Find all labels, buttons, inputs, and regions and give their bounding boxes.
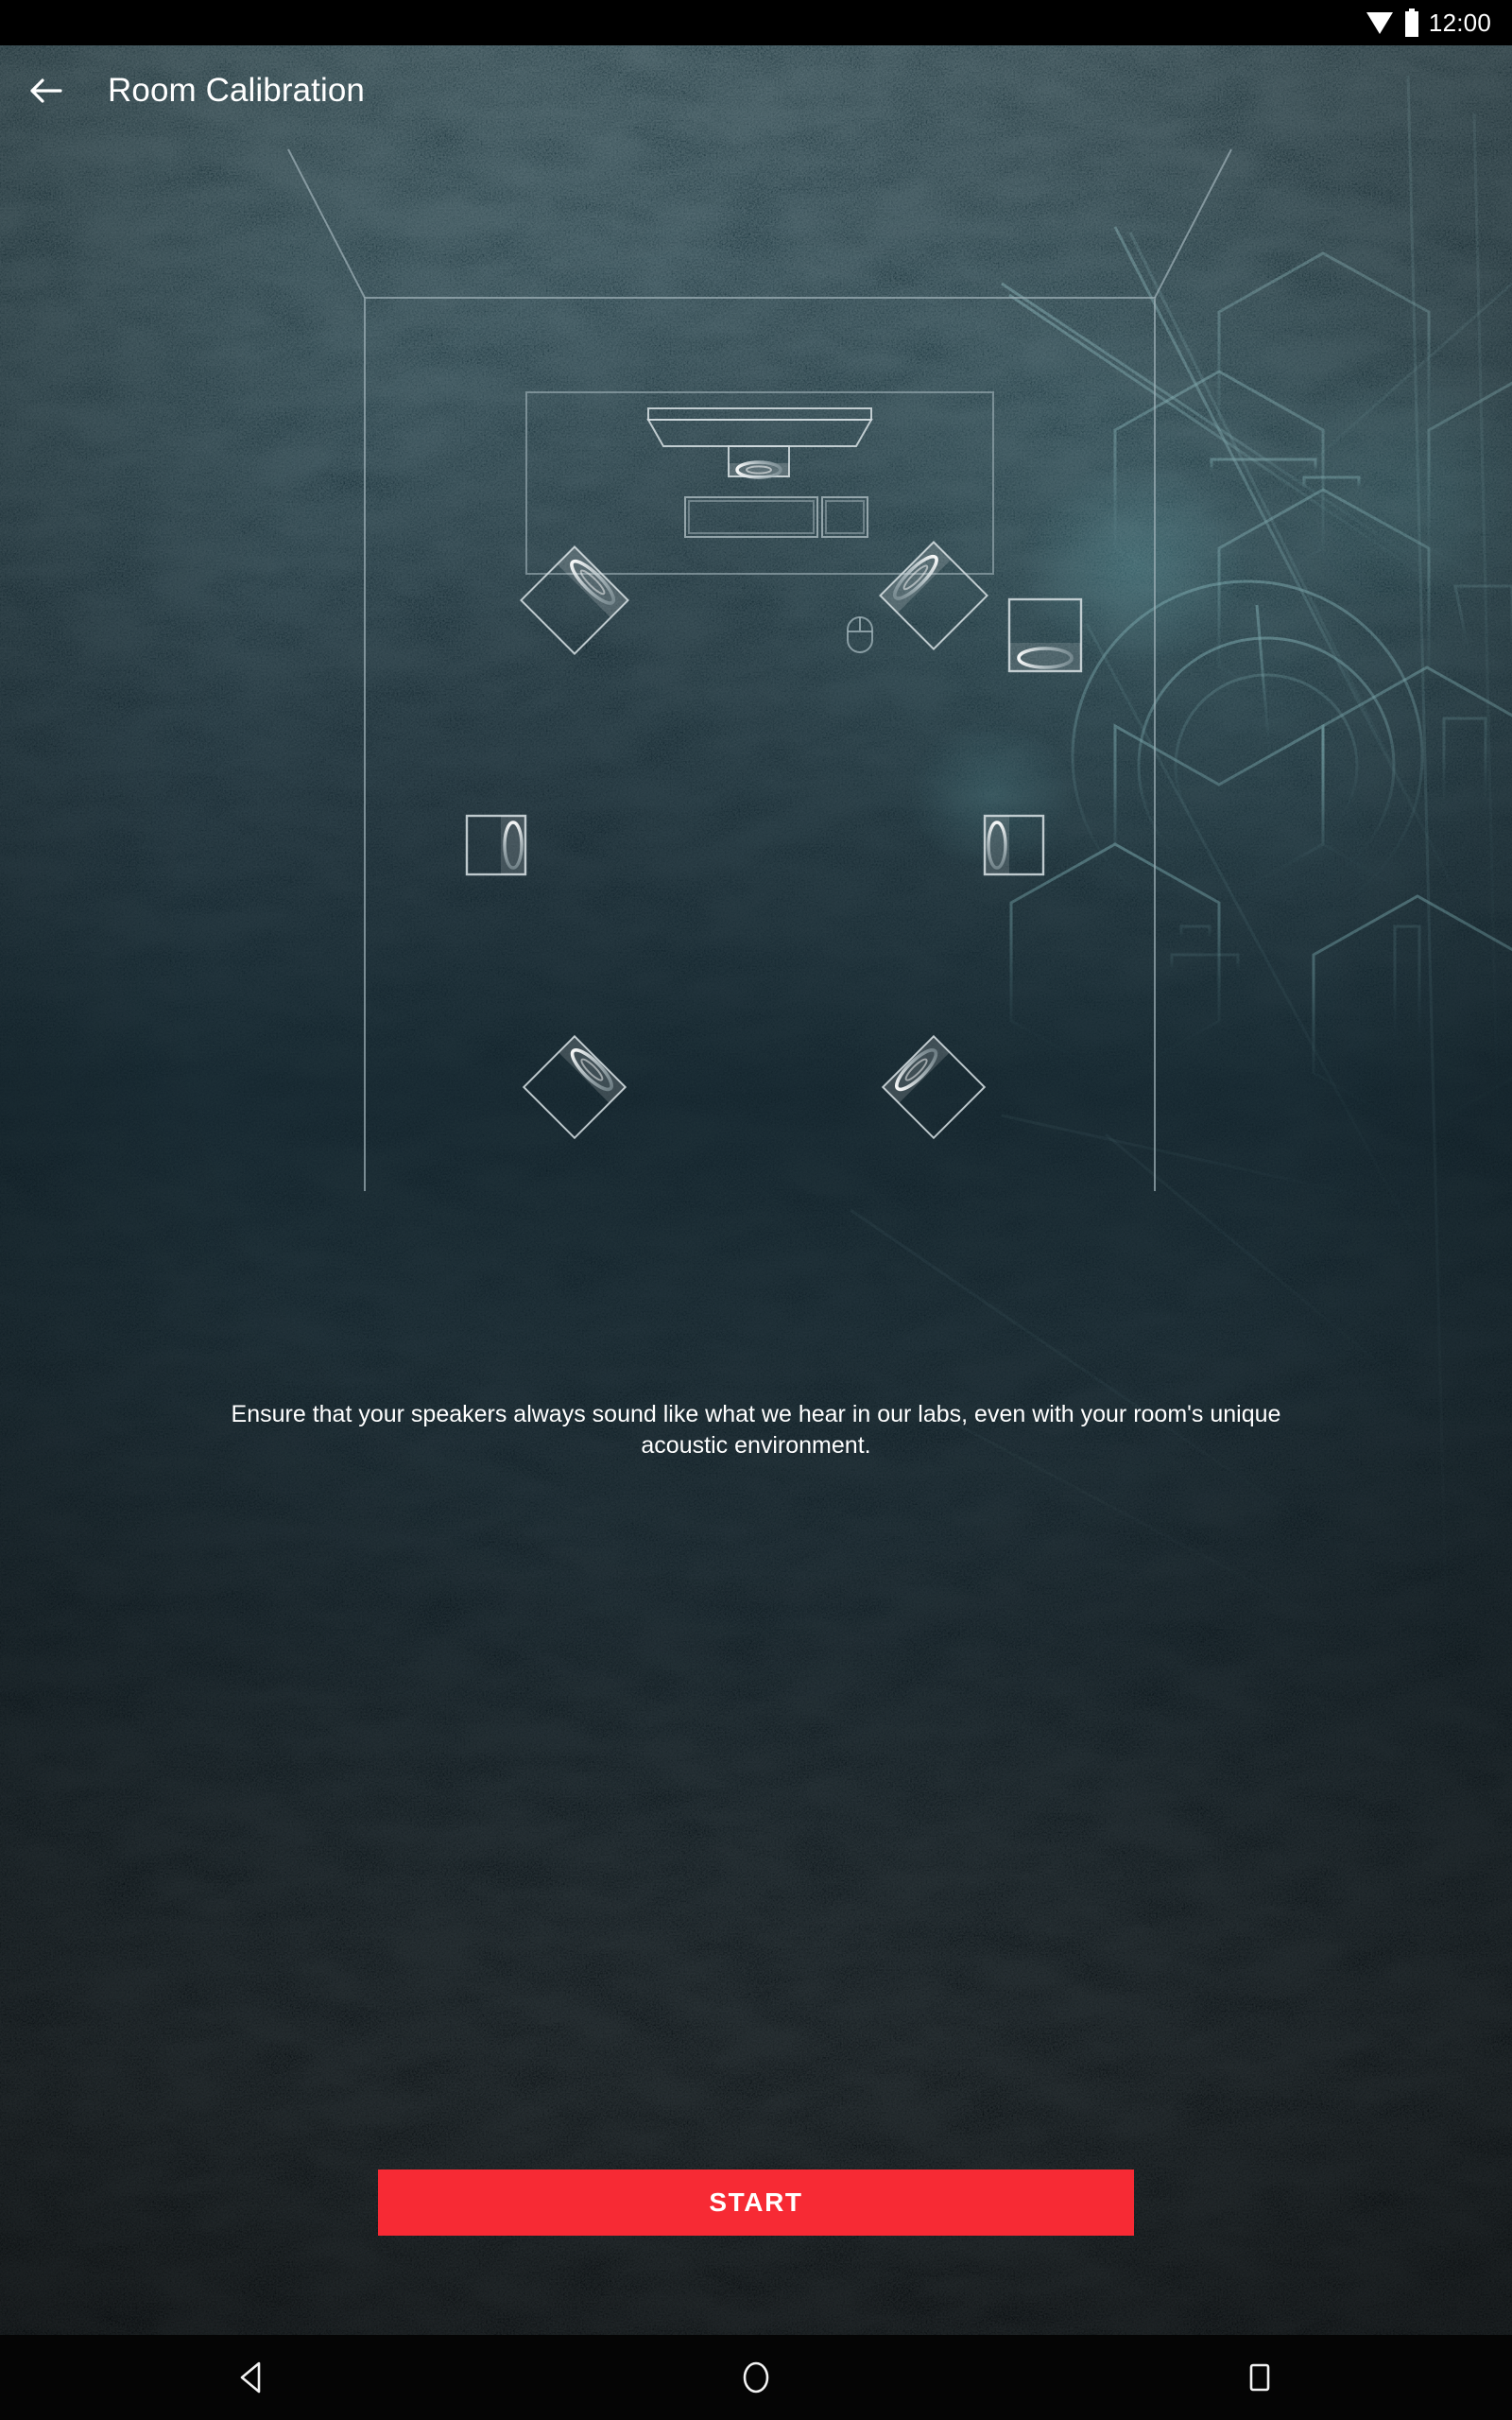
media-box xyxy=(821,496,868,538)
description-text: Ensure that your speakers always sound l… xyxy=(231,1401,1281,1459)
app-bar: Room Calibration xyxy=(0,45,1512,136)
television xyxy=(646,407,873,447)
system-navigation-bar xyxy=(0,2335,1512,2420)
nav-home-button[interactable] xyxy=(504,2335,1007,2420)
arrow-left-icon xyxy=(30,78,62,103)
front-right-speaker xyxy=(879,541,988,650)
room-calibration-screen: 12:00 Room Calibration Ensure that your … xyxy=(0,0,1512,2420)
page-title: Room Calibration xyxy=(108,72,365,109)
rear-left-speaker xyxy=(522,1034,627,1140)
subwoofer xyxy=(1007,597,1083,673)
back-button[interactable] xyxy=(0,45,91,136)
start-button[interactable]: START xyxy=(378,2169,1134,2236)
av-receiver xyxy=(684,496,818,538)
home-circle-icon xyxy=(743,2361,769,2394)
room-speaker-layout-diagram xyxy=(287,148,1232,1191)
nav-recents-button[interactable] xyxy=(1008,2335,1512,2420)
recents-square-icon xyxy=(1250,2363,1270,2392)
remote-mouse-icon xyxy=(847,616,873,653)
back-triangle-icon xyxy=(240,2361,260,2394)
status-clock: 12:00 xyxy=(1428,8,1491,37)
rear-right-speaker xyxy=(881,1034,987,1140)
surround-right-speaker xyxy=(983,814,1045,876)
battery-icon xyxy=(1404,9,1418,37)
room-walls xyxy=(287,148,1232,1191)
surround-left-speaker xyxy=(465,814,527,876)
wifi-icon xyxy=(1366,12,1393,34)
status-bar: 12:00 xyxy=(0,0,1512,45)
nav-back-button[interactable] xyxy=(0,2335,504,2420)
front-left-speaker xyxy=(520,545,629,655)
center-channel-speaker xyxy=(728,445,790,479)
